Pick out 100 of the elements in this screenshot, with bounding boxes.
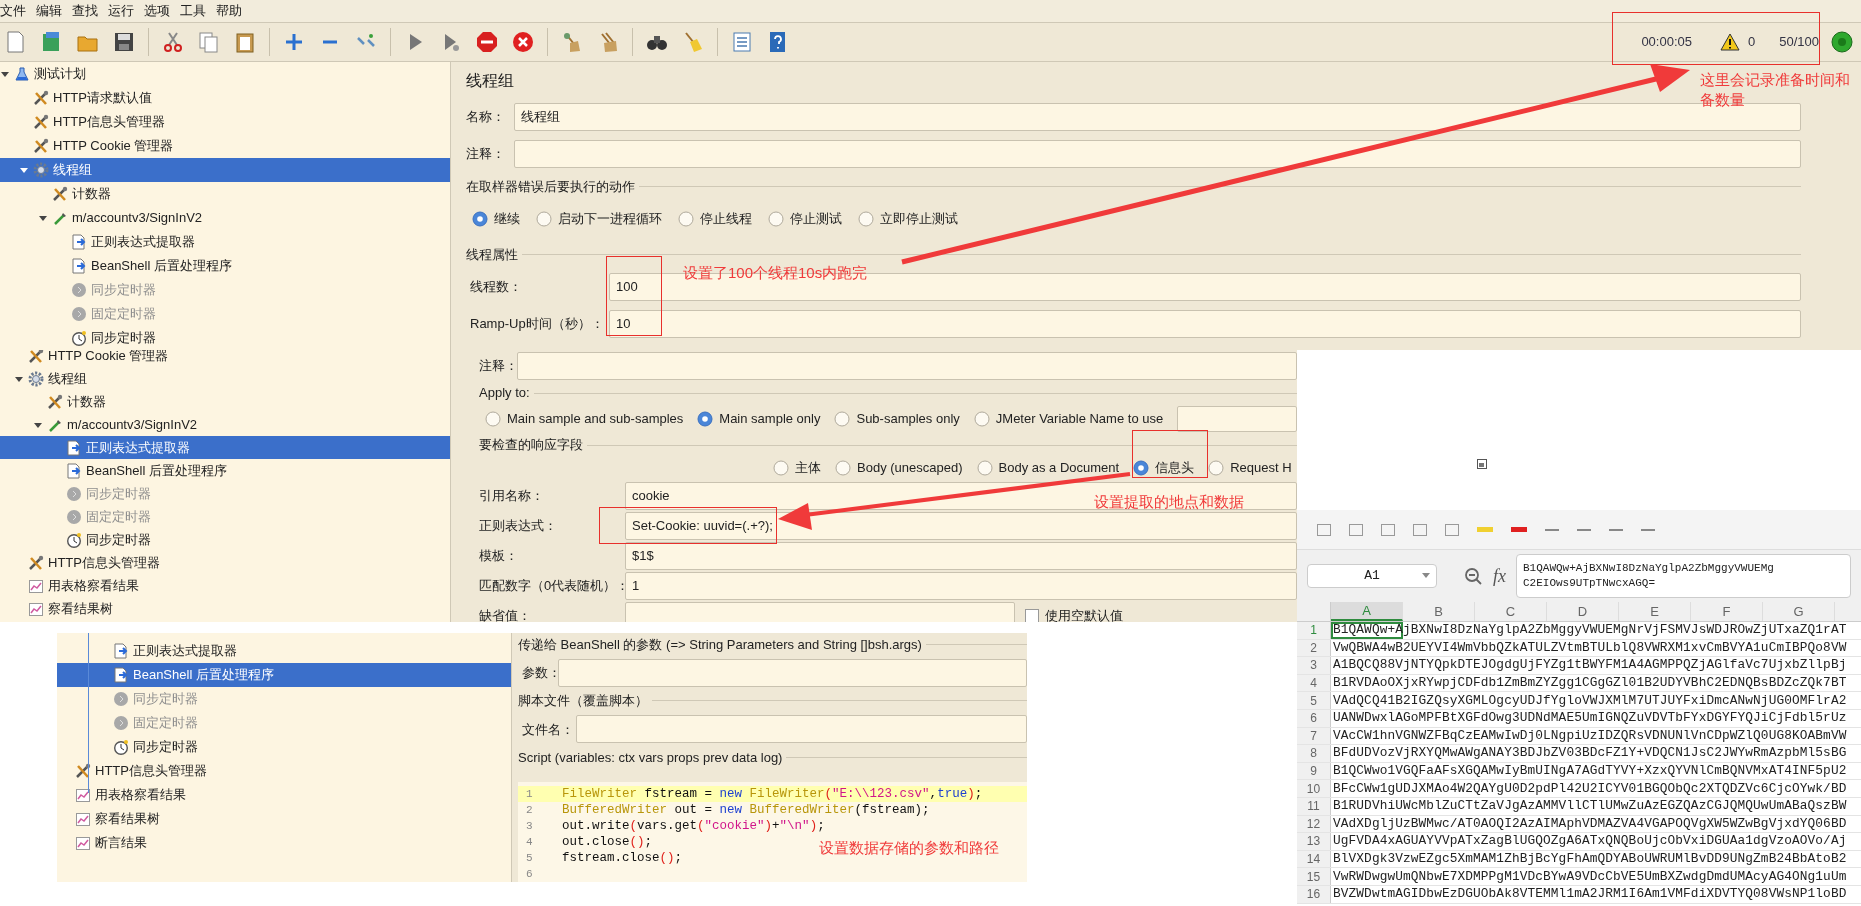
- tree-item[interactable]: BeanShell 后置处理程序: [57, 663, 511, 687]
- text-field[interactable]: 10: [609, 310, 1801, 338]
- formula-bar[interactable]: B1QAWQw+AjBXNwI8DzNaYglpA2ZbMggyVWUEMg C2EIOws9UTpTNwcxAGQ=: [1516, 554, 1851, 598]
- tree-item[interactable]: HTTP信息头管理器: [57, 759, 511, 783]
- menu-item[interactable]: 运行: [108, 1, 134, 21]
- tree-item[interactable]: m/accountv3/SignInV2: [0, 413, 450, 436]
- radio-button[interactable]: 停止测试: [768, 208, 842, 229]
- tree-item[interactable]: 正则表达式提取器: [0, 230, 450, 254]
- tree-item[interactable]: BeanShell 后置处理程序: [0, 459, 450, 482]
- row-header[interactable]: 3: [1297, 657, 1331, 674]
- field-label: 模板：: [479, 546, 519, 565]
- column-header[interactable]: D: [1547, 602, 1619, 621]
- shutdown-icon[interactable]: [511, 30, 535, 54]
- tree-item[interactable]: 察看结果树: [0, 597, 450, 620]
- table-cell-text: B1QCWwo1VGQFaAFsXGQAMwIyBmUINgA7AGdTYVY+XzxQYVNlCmBQNVMxAT4INF5pU2: [1332, 762, 1847, 780]
- copy-icon[interactable]: [197, 30, 221, 54]
- radio-button[interactable]: Main sample only: [697, 409, 821, 429]
- field-label: 线程数：: [469, 278, 523, 297]
- table-cell-text: UANWDwxlAGoMPFBtXGFdOwg3UDNdMAE5UmIGNQZuVDVTbFYxDGYFYQJiCjFdbl5rUz: [1332, 709, 1847, 727]
- tree-item[interactable]: 测试计划: [0, 62, 450, 86]
- field-label: 注释：: [466, 145, 506, 164]
- tree-item[interactable]: HTTP信息头管理器: [0, 551, 450, 574]
- tree-item[interactable]: 线程组: [0, 158, 450, 182]
- annotation-text: 这里会记录准备时间和: [1700, 70, 1850, 90]
- column-header[interactable]: F: [1691, 602, 1763, 621]
- menu-item[interactable]: 帮助: [216, 1, 242, 21]
- table-cell-text: VAcCW1hnVGNWZFBqCzEAMwIwDj0LNgpiUzIDZQRsVDNUNlVnCDpWZlQ0UG8KOABmVW: [1332, 727, 1847, 745]
- tree-item[interactable]: 用表格察看结果: [0, 574, 450, 597]
- cut-icon[interactable]: [161, 30, 185, 54]
- expand-toggle-icon[interactable]: [19, 165, 29, 175]
- expand-toggle-icon[interactable]: [38, 213, 48, 223]
- radio-button[interactable]: 信息头: [1133, 458, 1195, 478]
- row-header[interactable]: 1: [1297, 622, 1331, 639]
- tree-item[interactable]: BeanShell 后置处理程序: [0, 254, 450, 278]
- section-title: 在取样器错误后要执行的动作: [466, 178, 635, 196]
- tree-item[interactable]: HTTP请求默认值: [0, 86, 450, 110]
- tree-item[interactable]: m/accountv3/SignInV2: [0, 206, 450, 230]
- checkbox[interactable]: 使用空默认值: [1025, 605, 1123, 622]
- text-field[interactable]: [1177, 406, 1297, 432]
- menu-item[interactable]: 选项: [144, 1, 170, 21]
- tree-item[interactable]: 正则表达式提取器: [0, 436, 450, 459]
- radio-button[interactable]: Body as a Document: [976, 458, 1120, 478]
- name-box[interactable]: A1: [1307, 564, 1437, 588]
- tree-item[interactable]: HTTP Cookie 管理器: [0, 134, 450, 158]
- row-header[interactable]: 13: [1297, 833, 1331, 850]
- tree-item[interactable]: 察看结果树: [57, 807, 511, 831]
- tree-item[interactable]: 用表格察看结果: [57, 783, 511, 807]
- column-header[interactable]: G: [1763, 602, 1835, 621]
- row-header[interactable]: 15: [1297, 868, 1331, 885]
- radio-button[interactable]: 启动下一进程循环: [536, 208, 662, 229]
- stopwatch-icon: [71, 330, 87, 346]
- text-field[interactable]: Set-Cookie: uuvid=(.+?);: [625, 511, 1297, 540]
- expand-toggle-icon[interactable]: [0, 69, 10, 79]
- radio-button[interactable]: Body (unescaped): [835, 458, 963, 478]
- menu-item[interactable]: 编辑: [36, 1, 62, 21]
- save-icon[interactable]: [112, 30, 136, 54]
- radio-button[interactable]: 停止线程: [678, 208, 752, 229]
- broken-image-icon: [1477, 459, 1487, 469]
- column-header[interactable]: B: [1403, 602, 1475, 621]
- menu-item[interactable]: 文件: [0, 1, 26, 21]
- line-number: 6: [525, 866, 534, 882]
- text-field[interactable]: [517, 352, 1297, 380]
- tree-item[interactable]: 同步定时器: [0, 528, 450, 551]
- chart-icon: [28, 577, 44, 594]
- column-header[interactable]: E: [1619, 602, 1691, 621]
- row-header[interactable]: 5: [1297, 692, 1331, 709]
- text-field[interactable]: $1$: [625, 541, 1297, 570]
- paste-icon[interactable]: [233, 30, 257, 54]
- menu-item[interactable]: 工具: [180, 1, 206, 21]
- radio-button[interactable]: Sub-samples only: [834, 409, 960, 429]
- radio-button[interactable]: 继续: [472, 208, 520, 229]
- radio-button[interactable]: JMeter Variable Name to use: [973, 409, 1164, 429]
- row-header[interactable]: 10: [1297, 780, 1331, 797]
- function-button[interactable]: fx: [1493, 562, 1506, 590]
- text-field[interactable]: [514, 140, 1801, 168]
- table-cell-text: B1RUDVhiUWcMblZuCTtZaVJgAzAMMVllCTlUMwZuAzEGZQAzCGJQMQUwUmABaQszBW: [1332, 797, 1847, 815]
- tree-item[interactable]: 同步定时器: [57, 735, 511, 759]
- menu-item[interactable]: 查找: [72, 1, 98, 21]
- row-header[interactable]: 8: [1297, 745, 1331, 762]
- radio-button[interactable]: Request H: [1208, 458, 1292, 478]
- tree-item[interactable]: HTTP Cookie 管理器: [0, 350, 450, 367]
- tree-item[interactable]: 计数器: [0, 390, 450, 413]
- text-field[interactable]: [576, 715, 1027, 744]
- tree-item[interactable]: 断言结果: [57, 831, 511, 855]
- tree-item[interactable]: 线程组: [0, 367, 450, 390]
- tree-item[interactable]: 同步定时器: [0, 326, 450, 350]
- radio-button[interactable]: Main sample and sub-samples: [485, 409, 684, 429]
- list-icon[interactable]: [730, 30, 754, 54]
- radio-button[interactable]: 立即停止测试: [858, 208, 958, 229]
- text-field[interactable]: [558, 658, 1027, 687]
- tree-item[interactable]: 计数器: [0, 182, 450, 206]
- radio-button[interactable]: 主体: [773, 458, 821, 478]
- tree-item[interactable]: HTTP信息头管理器: [0, 110, 450, 134]
- column-header[interactable]: C: [1475, 602, 1547, 621]
- wrench-icon: [33, 114, 49, 130]
- tree-item[interactable]: 正则表达式提取器: [57, 639, 511, 663]
- flask-icon: [14, 66, 30, 82]
- text-field[interactable]: [625, 601, 1015, 622]
- text-field[interactable]: 1: [625, 571, 1297, 600]
- stop-icon[interactable]: [475, 30, 499, 54]
